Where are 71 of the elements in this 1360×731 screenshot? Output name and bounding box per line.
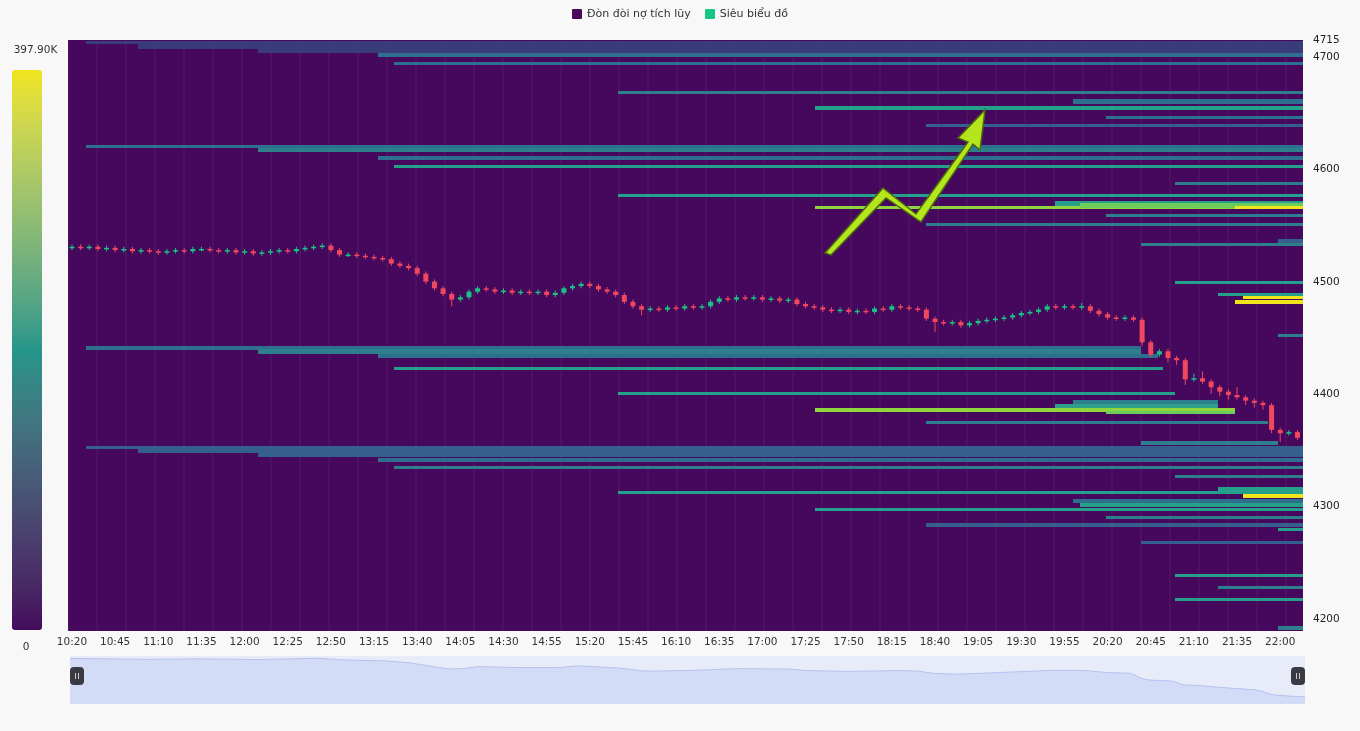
x-axis-label: 17:00 [746, 634, 779, 649]
x-axis-label: 15:20 [573, 634, 606, 649]
x-axis-label: 10:20 [55, 634, 89, 649]
candlestick [233, 247, 239, 256]
candlestick [604, 286, 610, 295]
candlestick [725, 295, 731, 303]
range-handle[interactable] [1291, 667, 1305, 685]
x-axis-label: 21:10 [1177, 634, 1210, 649]
x-axis-label: 10:45 [99, 634, 132, 649]
x-axis-label: 18:15 [875, 634, 908, 649]
candlestick [164, 248, 170, 256]
x-axis-label: 11:10 [142, 634, 175, 649]
x-axis-label: 12:50 [314, 634, 347, 649]
candlestick [906, 304, 912, 312]
x-axis-label: 14:30 [487, 634, 520, 649]
y-axis-label: 4715 [1313, 34, 1340, 45]
x-axis-label: 20:20 [1091, 634, 1124, 649]
candlestick [95, 243, 101, 252]
candlestick [630, 299, 636, 310]
x-axis-label: 12:00 [228, 634, 261, 649]
candlestick [1260, 400, 1266, 411]
scale-max-label: 397.90K [13, 42, 58, 57]
range-handle[interactable] [70, 667, 84, 685]
x-axis-label: 16:10 [659, 634, 693, 649]
x-axis-label: 15:45 [616, 634, 650, 649]
candlestick [397, 260, 403, 269]
x-axis-label: 20:45 [1134, 634, 1167, 649]
candlestick [276, 247, 282, 254]
candlestick [742, 294, 748, 302]
candlestick [1139, 317, 1145, 347]
scale-min-label: 0 [22, 638, 30, 654]
grip-icon [75, 673, 79, 679]
x-axis-label: 21:35 [1220, 634, 1254, 649]
candlestick [509, 287, 515, 296]
y-axis-label: 4700 [1313, 50, 1340, 62]
candlestick [138, 247, 144, 254]
x-axis-label: 14:05 [444, 634, 477, 649]
candlestick [1165, 348, 1171, 363]
candlestick [699, 303, 705, 311]
y-axis-label: 4500 [1313, 275, 1340, 287]
candlestick [328, 242, 334, 253]
x-axis-label: 11:35 [185, 634, 218, 649]
y-axis-label: 4400 [1313, 387, 1340, 399]
candlestick [673, 304, 679, 312]
grip-icon [1296, 673, 1300, 679]
candlestick [794, 296, 800, 307]
candlestick [492, 286, 498, 295]
x-axis-label: 13:40 [401, 634, 434, 649]
x-axis-label: 18:40 [918, 634, 952, 649]
x-axis-label: 16:35 [703, 634, 736, 649]
candlestick [1070, 303, 1076, 311]
x-axis-label: 17:25 [789, 634, 822, 649]
candlestick [768, 295, 774, 303]
x-axis-label: 14:55 [530, 634, 563, 649]
y-axis-label: 4300 [1313, 500, 1340, 511]
x-axis-label: 12:25 [271, 634, 304, 649]
x-axis-label: 22:00 [1264, 634, 1297, 649]
y-axis-label: 4600 [1313, 163, 1340, 174]
candlestick [259, 249, 265, 257]
x-axis-label: 17:50 [832, 634, 865, 649]
candlestick [889, 303, 895, 313]
x-axis-label: 19:55 [1048, 634, 1081, 649]
legend-label[interactable]: Đòn đòi nợ tích lũy [587, 5, 691, 23]
candlestick [1182, 357, 1188, 386]
candlestick [1191, 373, 1197, 383]
x-axis-label: 13:15 [357, 634, 391, 649]
x-axis-label: 19:05 [962, 634, 995, 649]
legend-label[interactable]: Siêu biểu đồ [719, 5, 788, 23]
candlestick [1234, 386, 1240, 401]
y-axis-label: 4200 [1313, 612, 1340, 624]
x-axis-label: 19:30 [1005, 634, 1038, 649]
